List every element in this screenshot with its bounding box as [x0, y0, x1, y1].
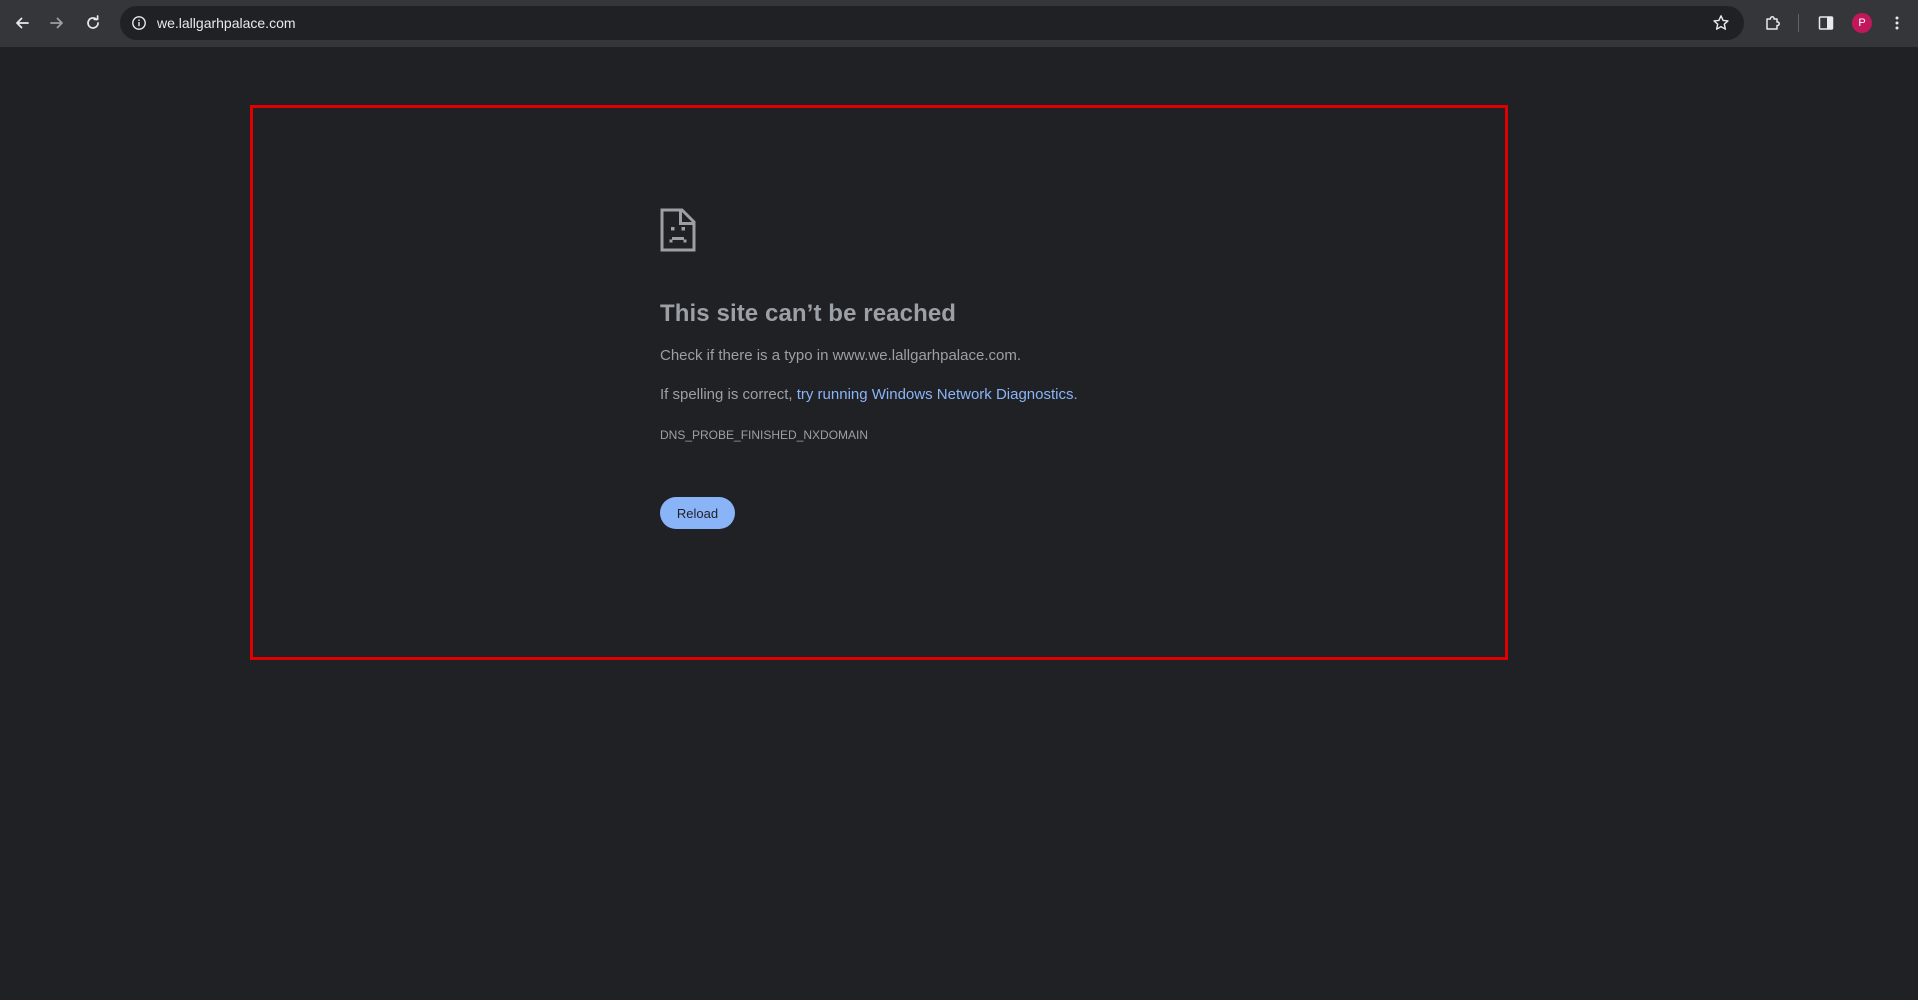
typo-message: Check if there is a typo in www.we.lallg…	[660, 347, 1021, 364]
highlight-frame	[250, 105, 1508, 660]
reload-icon	[87, 15, 99, 29]
back-button[interactable]	[7, 8, 37, 38]
side-panel-button[interactable]	[1811, 8, 1841, 38]
network-diagnostics-link[interactable]: try running Windows Network Diagnostics	[797, 386, 1074, 403]
extensions-button[interactable]	[1758, 8, 1788, 38]
spelling-message: If spelling is correct, try running Wind…	[660, 386, 1078, 403]
bookmark-button[interactable]	[1708, 10, 1734, 36]
puzzle-icon	[1766, 16, 1780, 30]
spelling-prefix: If spelling is correct,	[660, 386, 797, 403]
star-icon	[1713, 15, 1729, 30]
error-code: DNS_PROBE_FINISHED_NXDOMAIN	[660, 428, 869, 442]
sad-document-icon	[660, 208, 696, 252]
browser-toolbar: we.lallgarhpalace.com P	[0, 0, 1918, 47]
kebab-menu-icon	[1895, 16, 1899, 30]
back-arrow-icon	[16, 17, 29, 29]
info-icon	[132, 16, 146, 30]
forward-button[interactable]	[42, 8, 72, 38]
reload-button[interactable]: Reload	[660, 497, 735, 529]
toolbar-separator	[1798, 14, 1799, 32]
browser-menu-button[interactable]	[1882, 8, 1912, 38]
spelling-suffix: .	[1073, 386, 1078, 403]
avatar: P	[1852, 13, 1872, 33]
url-text[interactable]: we.lallgarhpalace.com	[157, 6, 296, 40]
forward-arrow-icon	[50, 17, 63, 29]
error-title: This site can’t be reached	[660, 300, 957, 327]
address-bar[interactable]: we.lallgarhpalace.com	[120, 6, 1744, 40]
reload-page-button[interactable]	[78, 8, 108, 38]
site-info-button[interactable]	[128, 12, 150, 34]
profile-button[interactable]: P	[1847, 8, 1877, 38]
side-panel-icon	[1818, 16, 1834, 30]
